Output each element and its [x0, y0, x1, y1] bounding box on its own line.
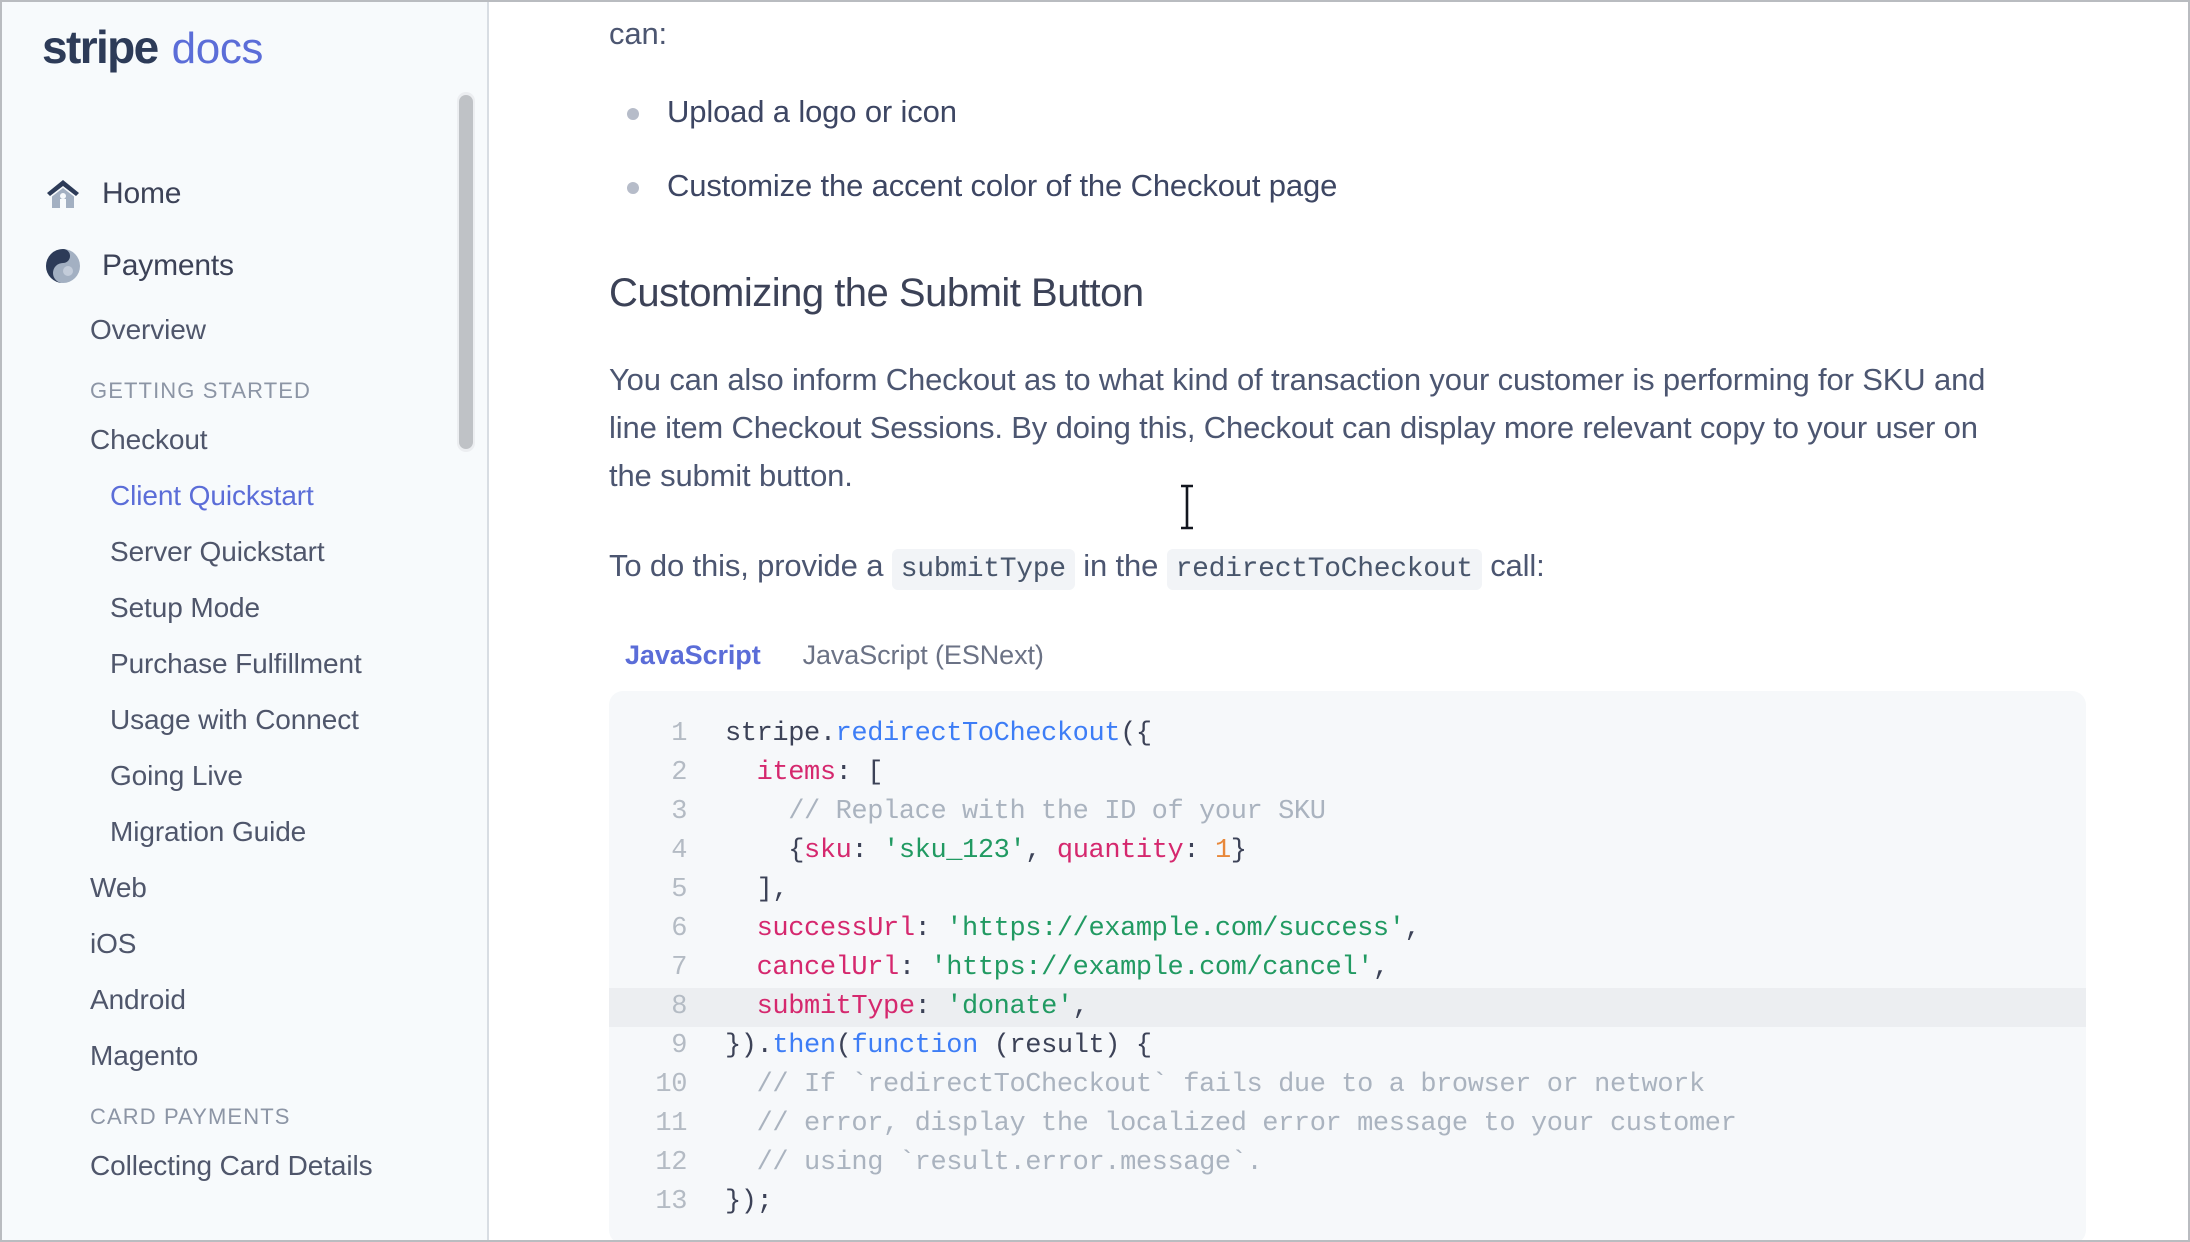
- home-icon: [44, 175, 82, 213]
- line-number: 12: [655, 1147, 687, 1178]
- line-number: 5: [671, 874, 687, 905]
- code-line: 5 ],: [609, 871, 2086, 910]
- inline-code-redirect-to-checkout: redirectToCheckout: [1166, 549, 1482, 591]
- brand-name: stripe: [42, 21, 159, 73]
- line-number: 6: [671, 913, 687, 944]
- code-line: 4 {sku: 'sku_123', quantity: 1}: [609, 832, 2086, 871]
- line-number: 2: [671, 757, 687, 788]
- code-line: 10 // If `redirectToCheckout` fails due …: [609, 1066, 2086, 1105]
- paragraph-intro: You can also inform Checkout as to what …: [609, 362, 1986, 494]
- page-title: Customizing the Submit Button: [609, 271, 1144, 316]
- tab-javascript[interactable]: JavaScript: [625, 640, 761, 677]
- code-text: {sku: 'sku_123', quantity: 1}: [788, 835, 1247, 866]
- code-text: });: [725, 1186, 773, 1217]
- code-line: 6 successUrl: 'https://example.com/succe…: [609, 910, 2086, 949]
- code-line: 3 // Replace with the ID of your SKU: [609, 793, 2086, 832]
- code-text: successUrl: 'https://example.com/success…: [756, 913, 1421, 944]
- sidebar-item-migration-guide[interactable]: Migration Guide: [2, 804, 487, 860]
- sidebar-item-usage-with-connect[interactable]: Usage with Connect: [2, 692, 487, 748]
- list-item: Customize the accent color of the Checko…: [609, 163, 2088, 210]
- sidebar-item-ios[interactable]: iOS: [2, 916, 487, 972]
- line-number: 4: [671, 835, 687, 866]
- code-text: }).then(function (result) {: [725, 1030, 1152, 1061]
- instruction-prefix: To do this, provide a: [609, 548, 884, 584]
- code-line: 9 }).then(function (result) {: [609, 1027, 2086, 1066]
- line-number: 10: [655, 1069, 687, 1100]
- instruction-suffix: call:: [1490, 548, 1545, 584]
- sidebar-item-going-live[interactable]: Going Live: [2, 748, 487, 804]
- code-line: 13 });: [609, 1183, 2086, 1222]
- sidebar-item-magento[interactable]: Magento: [2, 1028, 487, 1084]
- code-text: // using `result.error.message`.: [756, 1147, 1263, 1178]
- sidebar: stripe docs Home Payments Overview GETTI…: [2, 2, 489, 1240]
- list-item: Upload a logo or icon: [609, 89, 2088, 136]
- sidebar-item-overview[interactable]: Overview: [2, 302, 487, 358]
- brand-logo[interactable]: stripe docs: [2, 2, 487, 94]
- code-text: // If `redirectToCheckout` fails due to …: [756, 1069, 1706, 1100]
- code-line: 7 cancelUrl: 'https://example.com/cancel…: [609, 949, 2086, 988]
- code-text: cancelUrl: 'https://example.com/cancel',: [756, 952, 1390, 983]
- stripe-docs-page: stripe docs Home Payments Overview GETTI…: [0, 0, 2190, 1242]
- brand-product: docs: [171, 24, 264, 73]
- line-number: 9: [671, 1030, 687, 1061]
- line-number: 3: [671, 796, 687, 827]
- sidebar-scrollbar[interactable]: [457, 92, 475, 452]
- sidebar-item-collecting-card-details[interactable]: Collecting Card Details: [2, 1138, 487, 1194]
- sidebar-item-home-label: Home: [102, 177, 182, 210]
- line-number: 8: [671, 991, 687, 1022]
- sidebar-section-card-payments: CARD PAYMENTS: [90, 1104, 291, 1129]
- code-text: // Replace with the ID of your SKU: [788, 796, 1326, 827]
- sidebar-item-setup-mode[interactable]: Setup Mode: [2, 580, 487, 636]
- line-number: 1: [671, 718, 687, 749]
- line-number: 13: [655, 1186, 687, 1217]
- sidebar-nav: Home Payments Overview GETTING STARTED C…: [2, 94, 487, 1194]
- tab-javascript-esnext[interactable]: JavaScript (ESNext): [803, 640, 1044, 677]
- sidebar-item-client-quickstart[interactable]: Client Quickstart: [2, 468, 487, 524]
- code-block[interactable]: 1 stripe.redirectToCheckout({ 2 items: […: [609, 690, 2086, 1240]
- main-content: can: Upload a logo or icon Customize the…: [489, 2, 2188, 1240]
- sidebar-item-android[interactable]: Android: [2, 972, 487, 1028]
- code-line: 2 items: [: [609, 754, 2086, 793]
- payments-icon: [44, 247, 82, 285]
- line-number: 7: [671, 952, 687, 983]
- sidebar-item-purchase-fulfillment[interactable]: Purchase Fulfillment: [2, 636, 487, 692]
- sidebar-section-getting-started: GETTING STARTED: [90, 378, 312, 403]
- code-text: // error, display the localized error me…: [756, 1108, 1737, 1139]
- code-text: stripe.redirectToCheckout({: [725, 718, 1152, 749]
- code-line-highlighted: 8 submitType: 'donate',: [609, 987, 2086, 1027]
- sidebar-item-server-quickstart[interactable]: Server Quickstart: [2, 524, 487, 580]
- sidebar-item-web[interactable]: Web: [2, 860, 487, 916]
- fragment-top-text: can:: [609, 16, 667, 51]
- code-line: 12 // using `result.error.message`.: [609, 1144, 2086, 1183]
- instruction-middle: in the: [1083, 548, 1159, 584]
- line-number: 11: [655, 1108, 687, 1139]
- sidebar-scrollbar-thumb[interactable]: [459, 95, 473, 449]
- feature-bullet-list: Upload a logo or icon Customize the acce…: [609, 89, 2088, 209]
- sidebar-item-payments[interactable]: Payments: [2, 230, 487, 302]
- code-text: ],: [756, 874, 789, 905]
- code-line: 1 stripe.redirectToCheckout({: [609, 715, 2086, 754]
- code-text: submitType: 'donate',: [756, 991, 1089, 1022]
- code-text: items: [: [756, 757, 884, 788]
- paragraph-instruction: To do this, provide a submitType in the …: [609, 542, 2009, 591]
- inline-code-submit-type: submitType: [891, 549, 1075, 591]
- code-line: 11 // error, display the localized error…: [609, 1105, 2086, 1144]
- sidebar-item-payments-label: Payments: [102, 249, 234, 282]
- code-language-tabs: JavaScript JavaScript (ESNext): [609, 640, 2088, 677]
- sidebar-item-home[interactable]: Home: [2, 158, 487, 230]
- sidebar-item-checkout[interactable]: Checkout: [2, 412, 487, 468]
